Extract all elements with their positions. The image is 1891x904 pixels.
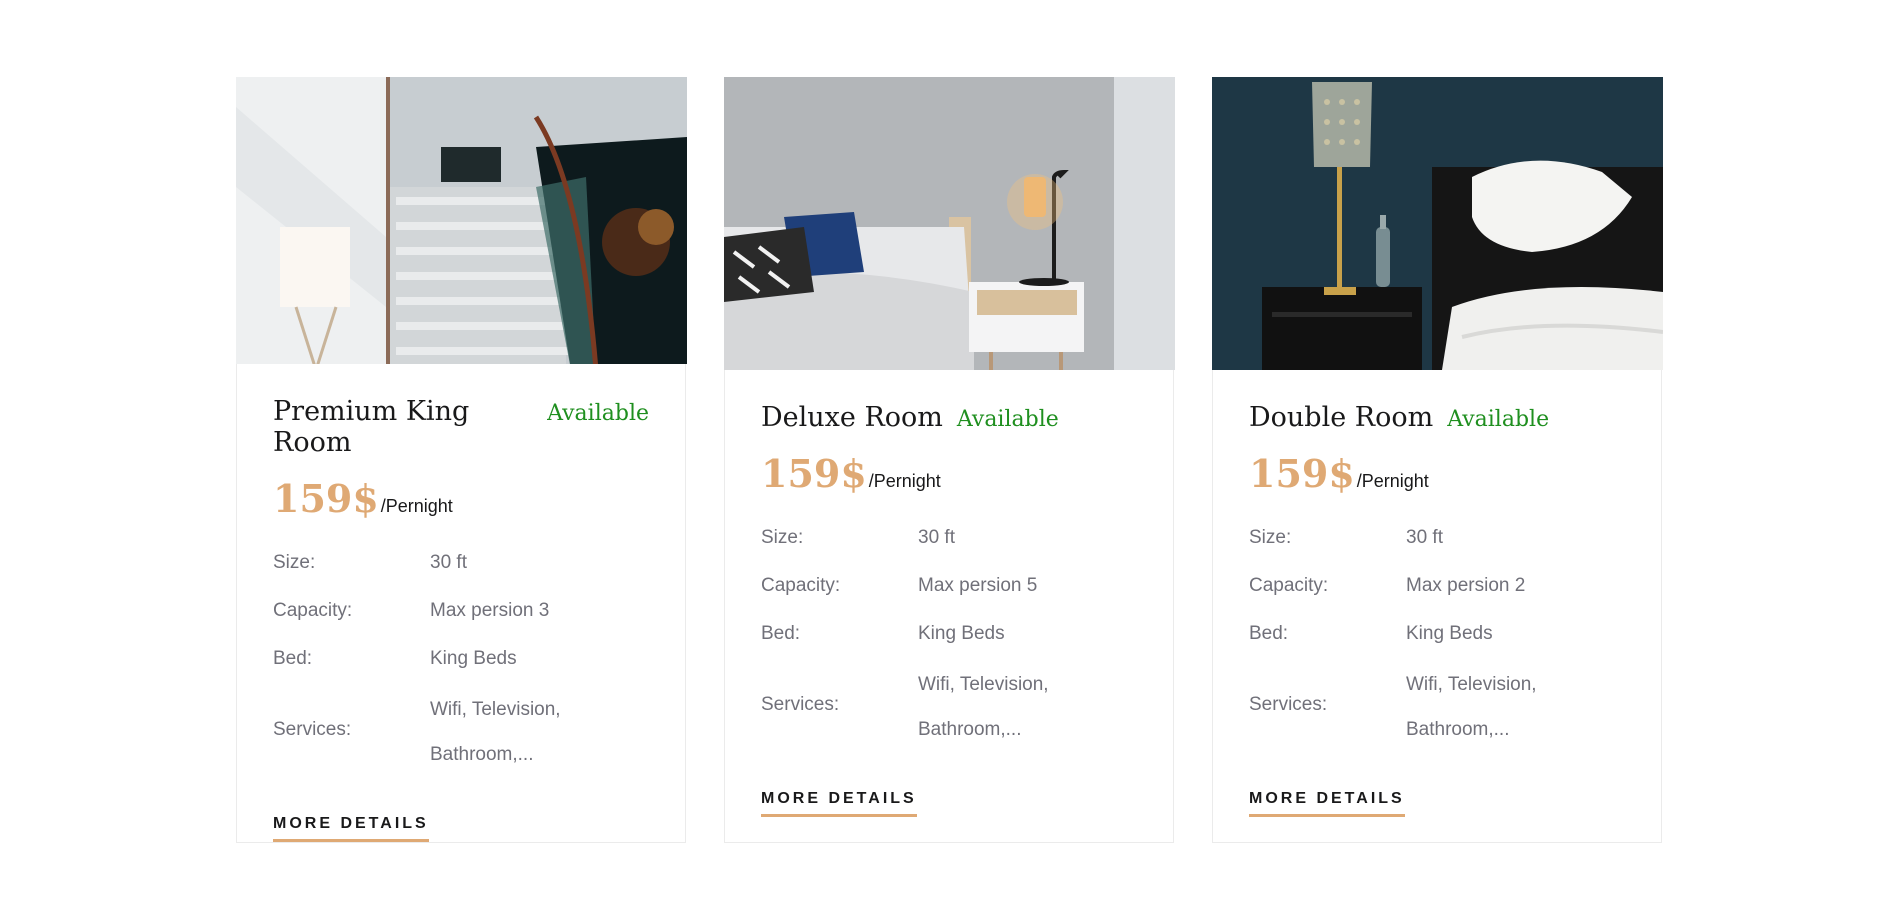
spec-value-size: 30 ft [1406, 527, 1443, 548]
spec-value-bed: King Beds [918, 623, 1005, 644]
room-specs: Size: 30 ft Capacity: Max persion 5 Bed:… [761, 514, 1049, 752]
services-line: Bathroom,... [430, 744, 534, 765]
more-details-link[interactable]: MORE DETAILS [273, 815, 429, 842]
services-line: Wifi, Television, [1406, 674, 1537, 695]
room-name: Double Room [1249, 402, 1434, 433]
spec-value-capacity: Max persion 5 [918, 575, 1038, 596]
spec-label-size: Size: [761, 527, 804, 548]
spec-value-size: 30 ft [430, 552, 467, 573]
room-card: Double Room Available 159$ /Pernight Siz… [1212, 77, 1663, 843]
spec-label-bed: Bed: [273, 648, 313, 669]
more-details-link[interactable]: MORE DETAILS [761, 790, 917, 817]
availability-status: Available [1447, 407, 1550, 432]
spec-label-size: Size: [1249, 527, 1292, 548]
spec-label-bed: Bed: [761, 623, 801, 644]
spec-label-capacity: Capacity: [1249, 575, 1329, 596]
spec-value-bed: King Beds [430, 648, 517, 669]
spec-value-bed: King Beds [1406, 623, 1493, 644]
room-card: Deluxe Room Available 159$ /Pernight Siz… [724, 77, 1175, 843]
price-unit: /Pernight [1356, 471, 1429, 491]
room-specs: Size: 30 ft Capacity: Max persion 3 Bed:… [273, 539, 561, 777]
spec-label-services: Services: [273, 719, 352, 740]
spec-label-capacity: Capacity: [273, 600, 353, 621]
availability-status: Available [547, 401, 649, 426]
services-line: Bathroom,... [1406, 719, 1510, 740]
room-photo[interactable] [1212, 77, 1663, 370]
spec-value-services: Wifi, Television, Bathroom,... [430, 683, 561, 777]
services-line: Bathroom,... [918, 719, 1022, 740]
spec-value-services: Wifi, Television, Bathroom,... [918, 658, 1049, 752]
spec-label-services: Services: [1249, 694, 1328, 715]
room-specs: Size: 30 ft Capacity: Max persion 2 Bed:… [1249, 514, 1537, 752]
spec-value-size: 30 ft [918, 527, 955, 548]
room-price: 159$ [1249, 451, 1355, 496]
availability-status: Available [956, 407, 1059, 432]
spec-value-services: Wifi, Television, Bathroom,... [1406, 658, 1537, 752]
services-line: Wifi, Television, [430, 699, 561, 720]
more-details-link[interactable]: MORE DETAILS [1249, 790, 1405, 817]
spec-label-bed: Bed: [1249, 623, 1289, 644]
room-name: Deluxe Room [761, 402, 943, 433]
services-line: Wifi, Television, [918, 674, 1049, 695]
room-card: Premium King Room Available 159$ /Pernig… [236, 77, 687, 843]
price-unit: /Pernight [380, 496, 453, 516]
price-unit: /Pernight [868, 471, 941, 491]
spec-label-services: Services: [761, 694, 840, 715]
spec-label-size: Size: [273, 552, 316, 573]
room-name: Premium King Room [273, 396, 470, 458]
room-price: 159$ [273, 476, 379, 521]
spec-value-capacity: Max persion 2 [1406, 575, 1526, 596]
room-photo[interactable] [724, 77, 1175, 370]
room-cards: Premium King Room Available 159$ /Pernig… [236, 77, 1663, 843]
spec-value-capacity: Max persion 3 [430, 600, 550, 621]
room-photo[interactable] [236, 77, 687, 364]
spec-label-capacity: Capacity: [761, 575, 841, 596]
room-price: 159$ [761, 451, 867, 496]
